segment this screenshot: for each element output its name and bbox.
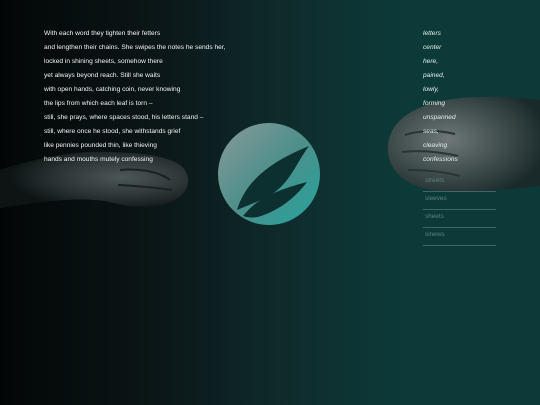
option-sleeves[interactable]: sleeves — [423, 192, 496, 210]
word-link[interactable]: lowly, — [423, 83, 458, 97]
option-sinews[interactable]: sinews — [423, 228, 496, 246]
word-link[interactable]: letters — [423, 27, 458, 41]
word-link[interactable]: unspanned — [423, 111, 458, 125]
poem-line: like pennies pounded thin, like thieving — [44, 142, 157, 149]
poem-line: and lengthen their chains. She swipes th… — [44, 44, 226, 51]
word-link[interactable]: here, — [423, 55, 458, 69]
word-link[interactable]: forming — [423, 97, 458, 111]
poem-line: the lips from which each leaf is torn – — [44, 100, 153, 107]
word-link[interactable]: pained, — [423, 69, 458, 83]
poem-line: With each word they tighten their fetter… — [44, 30, 161, 37]
poem-text: With each word they tighten their fetter… — [44, 27, 225, 167]
word-options: streets sleeves sheets sinews — [423, 174, 496, 246]
poem-line: still, she prays, where spaces stood, hi… — [44, 114, 204, 121]
option-sheets[interactable]: sheets — [423, 210, 496, 228]
word-link[interactable]: confessions — [423, 153, 458, 167]
word-link[interactable]: cleaving — [423, 139, 458, 153]
word-link[interactable]: seas, — [423, 125, 458, 139]
poem-line: still, where once he stood, she withstan… — [44, 128, 181, 135]
poem-line: locked in shining sheets, somehow there — [44, 58, 163, 65]
leaf-logo-icon — [218, 123, 320, 225]
option-streets[interactable]: streets — [423, 174, 496, 192]
poem-line: yet always beyond reach. Still she waits — [44, 72, 161, 79]
poem-line: hands and mouths mutely confessing — [44, 156, 153, 163]
poem-line: with open hands, catching coin, never kn… — [44, 86, 181, 93]
word-list: letters center here, pained, lowly, form… — [423, 27, 458, 167]
poem-stage: With each word they tighten their fetter… — [0, 0, 540, 405]
word-link[interactable]: center — [423, 41, 458, 55]
